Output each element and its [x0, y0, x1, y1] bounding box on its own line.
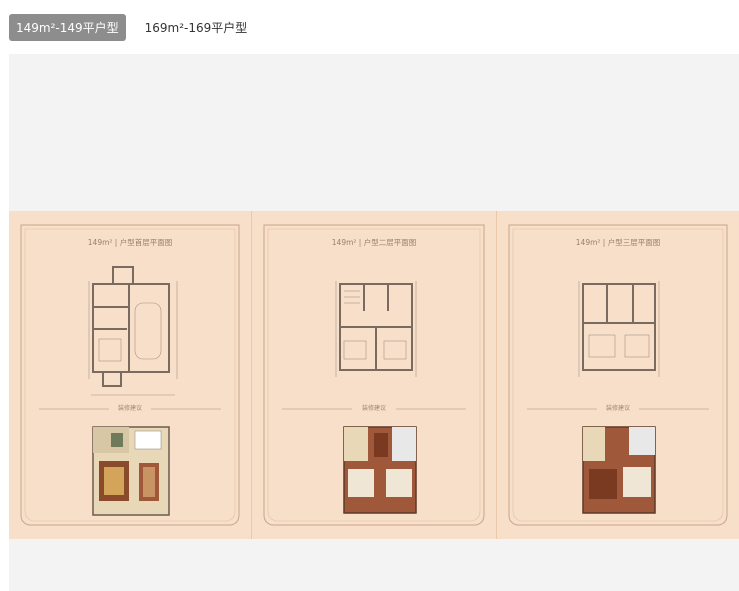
tab-149[interactable]: 149m²-149平户型	[9, 14, 126, 41]
panel-title-3: 149m² | 户型三层平面图	[575, 238, 661, 247]
decoration-label-1: 装修建议	[117, 405, 142, 412]
decoration-label-2: 装修建议	[361, 405, 386, 412]
decoration-label-3: 装修建议	[605, 405, 630, 412]
floorplan-panel-third-floor[interactable]: 149m² | 户型三层平面图 装修建议	[497, 211, 739, 539]
tab-169[interactable]: 169m²-169平户型	[138, 14, 255, 41]
panel-title-2: 149m² | 户型二层平面图	[331, 238, 417, 247]
panel-title-1: 149m² | 户型首层平面图	[87, 238, 173, 247]
floorplan-viewer: 149m² | 户型首层平面图 装修建议 149m² | 户型二层平面图 装修建…	[9, 54, 739, 591]
floorplan-tabs: 149m²-149平户型 169m²-169平户型	[9, 14, 254, 41]
floorplan-image-strip[interactable]: 149m² | 户型首层平面图 装修建议 149m² | 户型二层平面图 装修建…	[9, 211, 739, 539]
floorplan-panel-first-floor[interactable]: 149m² | 户型首层平面图 装修建议	[9, 211, 251, 539]
floorplan-panel-second-floor[interactable]: 149m² | 户型二层平面图 装修建议	[252, 211, 496, 539]
